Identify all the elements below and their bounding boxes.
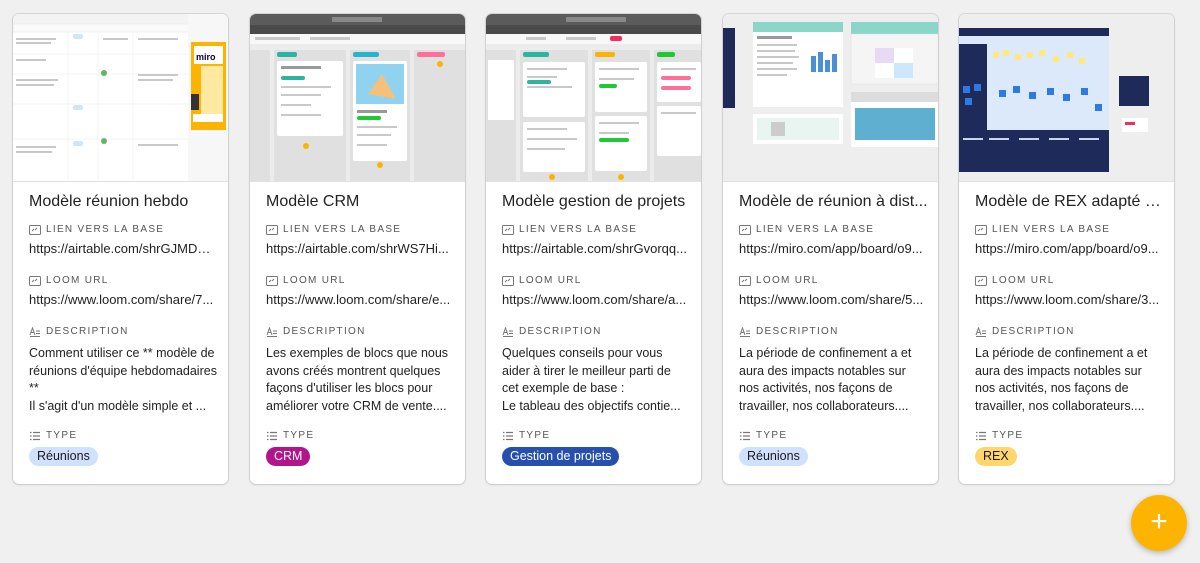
base-link-label: LIEN VERS LA BASE xyxy=(29,224,164,235)
loom-url-value[interactable]: https://www.loom.com/share/a... xyxy=(502,292,690,307)
url-field-icon xyxy=(29,225,41,235)
url-field-icon xyxy=(739,225,751,235)
base-link-value[interactable]: https://airtable.com/shrWS7Hi... xyxy=(266,241,454,256)
base-link-value[interactable]: https://airtable.com/shrGJMDN... xyxy=(29,241,217,256)
type-label: TYPE xyxy=(502,430,550,441)
description-value: Comment utiliser ce ** modèle de réunion… xyxy=(29,346,217,413)
multi-select-field-icon xyxy=(502,431,514,441)
loom-url-label: LOOM URL xyxy=(739,275,819,286)
loom-url-label-text: LOOM URL xyxy=(519,275,582,286)
long-text-field-icon xyxy=(29,327,41,337)
svg-text:miro: miro xyxy=(196,52,216,62)
long-text-field-icon xyxy=(739,327,751,337)
card-title: Modèle de REX adapté a... xyxy=(975,193,1165,210)
url-field-icon xyxy=(739,276,751,286)
base-link-label-text: LIEN VERS LA BASE xyxy=(756,224,875,235)
base-link-label-text: LIEN VERS LA BASE xyxy=(992,224,1111,235)
description-label: DESCRIPTION xyxy=(266,326,366,337)
description-label: DESCRIPTION xyxy=(975,326,1075,337)
gallery-card-2[interactable]: Modèle CRM LIEN VERS LA BASE https://air… xyxy=(250,14,465,484)
card-thumbnail xyxy=(723,14,938,182)
type-label: TYPE xyxy=(975,430,1023,441)
description-value: Les exemples de blocs que nous avons cré… xyxy=(266,346,449,413)
multi-select-field-icon xyxy=(29,431,41,441)
type-label: TYPE xyxy=(266,430,314,441)
plus-icon: + xyxy=(1150,504,1168,538)
description-label-text: DESCRIPTION xyxy=(519,326,602,337)
base-link-label: LIEN VERS LA BASE xyxy=(739,224,874,235)
base-link-value[interactable]: https://miro.com/app/board/o9... xyxy=(975,241,1163,256)
multi-select-field-icon xyxy=(266,431,278,441)
gallery-grid: miro Modèle réunion hebdo LIEN VERS LA B… xyxy=(13,14,1188,486)
description-label-text: DESCRIPTION xyxy=(756,326,839,337)
loom-url-value[interactable]: https://www.loom.com/share/7... xyxy=(29,292,217,307)
loom-url-value[interactable]: https://www.loom.com/share/5... xyxy=(739,292,927,307)
type-tag: Réunions xyxy=(739,447,808,466)
long-text-field-icon xyxy=(266,327,278,337)
loom-url-value[interactable]: https://www.loom.com/share/e... xyxy=(266,292,454,307)
base-link-label-text: LIEN VERS LA BASE xyxy=(519,224,638,235)
base-link-label: LIEN VERS LA BASE xyxy=(502,224,637,235)
loom-url-label: LOOM URL xyxy=(266,275,346,286)
loom-url-label: LOOM URL xyxy=(502,275,582,286)
description-label-text: DESCRIPTION xyxy=(283,326,366,337)
base-link-label: LIEN VERS LA BASE xyxy=(975,224,1110,235)
card-thumbnail xyxy=(486,14,701,182)
long-text-field-icon xyxy=(975,327,987,337)
url-field-icon xyxy=(975,276,987,286)
loom-url-label: LOOM URL xyxy=(29,275,109,286)
card-thumbnail xyxy=(250,14,465,182)
url-field-icon xyxy=(502,276,514,286)
gallery-card-5[interactable]: Modèle de REX adapté a... LIEN VERS LA B… xyxy=(959,14,1174,484)
base-link-label: LIEN VERS LA BASE xyxy=(266,224,401,235)
description-label: DESCRIPTION xyxy=(739,326,839,337)
add-record-button[interactable]: + xyxy=(1131,495,1187,551)
card-title: Modèle de réunion à dist... xyxy=(739,193,928,210)
base-link-value[interactable]: https://miro.com/app/board/o9... xyxy=(739,241,927,256)
card-title: Modèle gestion de projets xyxy=(502,193,686,210)
gallery-card-1[interactable]: miro Modèle réunion hebdo LIEN VERS LA B… xyxy=(13,14,228,484)
type-tag: REX xyxy=(975,447,1017,466)
loom-url-label-text: LOOM URL xyxy=(283,275,346,286)
loom-url-label: LOOM URL xyxy=(975,275,1055,286)
card-title: Modèle réunion hebdo xyxy=(29,193,189,210)
url-field-icon xyxy=(266,225,278,235)
description-value: La période de confinement a et aura des … xyxy=(975,346,1148,413)
multi-select-field-icon xyxy=(739,431,751,441)
type-label-text: TYPE xyxy=(756,430,788,441)
multi-select-field-icon xyxy=(975,431,987,441)
type-label: TYPE xyxy=(739,430,787,441)
loom-url-value[interactable]: https://www.loom.com/share/3... xyxy=(975,292,1163,307)
url-field-icon xyxy=(29,276,41,286)
type-label-text: TYPE xyxy=(283,430,315,441)
loom-url-label-text: LOOM URL xyxy=(756,275,819,286)
type-tag: Gestion de projets xyxy=(502,447,620,466)
url-field-icon xyxy=(502,225,514,235)
gallery-card-3[interactable]: Modèle gestion de projets LIEN VERS LA B… xyxy=(486,14,701,484)
url-field-icon xyxy=(266,276,278,286)
description-value: La période de confinement a et aura des … xyxy=(739,346,912,413)
base-link-label-text: LIEN VERS LA BASE xyxy=(46,224,165,235)
description-value: Quelques conseils pour vous aider à tire… xyxy=(502,346,681,413)
card-title: Modèle CRM xyxy=(266,193,360,210)
loom-url-label-text: LOOM URL xyxy=(992,275,1055,286)
loom-url-label-text: LOOM URL xyxy=(46,275,109,286)
description-label: DESCRIPTION xyxy=(502,326,602,337)
gallery-card-4[interactable]: Modèle de réunion à dist... LIEN VERS LA… xyxy=(723,14,938,484)
description-label-text: DESCRIPTION xyxy=(992,326,1075,337)
long-text-field-icon xyxy=(502,327,514,337)
type-label: TYPE xyxy=(29,430,77,441)
type-label-text: TYPE xyxy=(519,430,551,441)
type-tag: Réunions xyxy=(29,447,98,466)
card-thumbnail: miro xyxy=(13,14,228,182)
type-label-text: TYPE xyxy=(992,430,1024,441)
base-link-value[interactable]: https://airtable.com/shrGvorqq... xyxy=(502,241,690,256)
type-label-text: TYPE xyxy=(46,430,78,441)
type-tag: CRM xyxy=(266,447,311,466)
card-thumbnail xyxy=(959,14,1174,182)
url-field-icon xyxy=(975,225,987,235)
base-link-label-text: LIEN VERS LA BASE xyxy=(283,224,402,235)
description-label: DESCRIPTION xyxy=(29,326,129,337)
description-label-text: DESCRIPTION xyxy=(46,326,129,337)
